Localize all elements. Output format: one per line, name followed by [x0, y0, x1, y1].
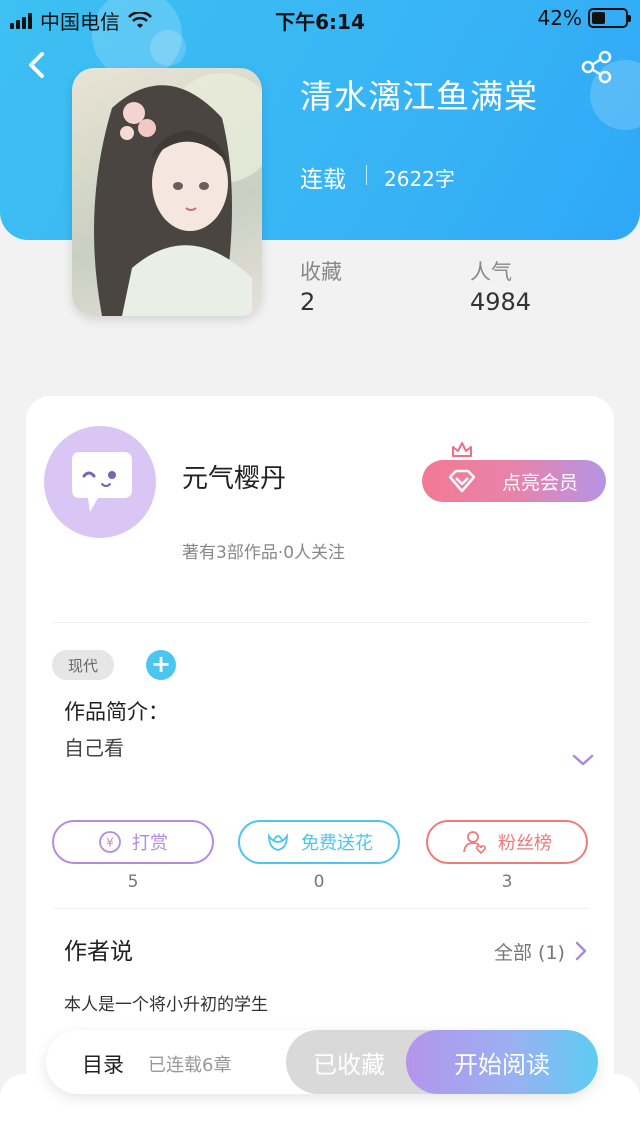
word-count: 2622字	[384, 167, 455, 191]
intro-text: 自己看	[64, 736, 124, 760]
flower-icon	[268, 833, 288, 851]
fan-rank-button[interactable]: 粉丝榜	[426, 820, 588, 864]
author-says-text: 本人是一个将小升初的学生	[64, 995, 268, 1015]
divider	[54, 622, 588, 623]
author-avatar[interactable]	[44, 426, 156, 538]
yuan-coin-icon: ¥	[99, 831, 121, 853]
share-icon[interactable]	[578, 48, 616, 86]
divider	[54, 908, 588, 909]
send-flower-label: 免费送花	[301, 833, 373, 854]
chevron-right-icon[interactable]	[572, 940, 590, 962]
toc-chapter-count[interactable]: 已连载6章	[148, 1051, 231, 1077]
cover-illustration	[94, 73, 262, 316]
status-divider	[366, 165, 367, 185]
book-cover[interactable]	[72, 68, 262, 316]
send-flower-count: 0	[313, 872, 325, 892]
battery-percent: 42%	[537, 6, 582, 30]
status-bar: 中国电信 下午6:14 42%	[0, 0, 640, 34]
intro-title: 作品简介：	[64, 700, 169, 724]
tip-label: 打赏	[132, 833, 168, 854]
stat-label-favorites: 收藏	[300, 260, 342, 284]
book-title: 清水漓江鱼满棠	[300, 77, 538, 116]
fan-user-icon	[463, 831, 487, 855]
author-says-title: 作者说	[64, 939, 133, 965]
add-tag-button[interactable]: +	[146, 650, 176, 680]
fan-rank-count: 3	[501, 872, 513, 892]
chevron-down-icon[interactable]	[570, 750, 596, 770]
book-status: 连载	[300, 167, 346, 193]
start-reading-button[interactable]: 开始阅读	[406, 1030, 598, 1094]
vip-label: 点亮会员	[501, 471, 578, 494]
see-all-link[interactable]: 全部 (1)	[494, 938, 565, 965]
stat-value-favorites: 2	[300, 288, 316, 316]
genre-tag[interactable]: 现代	[52, 650, 114, 680]
author-meta: 著有3部作品·0人关注	[182, 543, 346, 563]
send-flower-button[interactable]: 免费送花	[238, 820, 400, 864]
diamond-icon	[448, 469, 476, 493]
svg-text:¥: ¥	[106, 836, 114, 850]
battery-fill	[592, 12, 606, 24]
stat-label-popularity: 人气	[470, 260, 512, 284]
stat-value-popularity: 4984	[470, 288, 532, 316]
tip-button[interactable]: ¥ 打赏	[52, 820, 214, 864]
battery-icon	[588, 8, 631, 28]
status-right: 42%	[537, 6, 631, 30]
decor-bubble	[150, 30, 186, 66]
tip-count: 5	[127, 872, 139, 892]
start-reading-label: 开始阅读	[454, 1050, 550, 1079]
chat-bubble-icon	[72, 452, 132, 512]
toc-button[interactable]: 目录	[82, 1049, 124, 1079]
author-name[interactable]: 元气樱丹	[182, 458, 286, 495]
fan-rank-label: 粉丝榜	[498, 833, 552, 854]
back-icon[interactable]	[22, 48, 52, 82]
favorited-label: 已收藏	[313, 1050, 385, 1079]
crown-icon	[452, 442, 472, 457]
